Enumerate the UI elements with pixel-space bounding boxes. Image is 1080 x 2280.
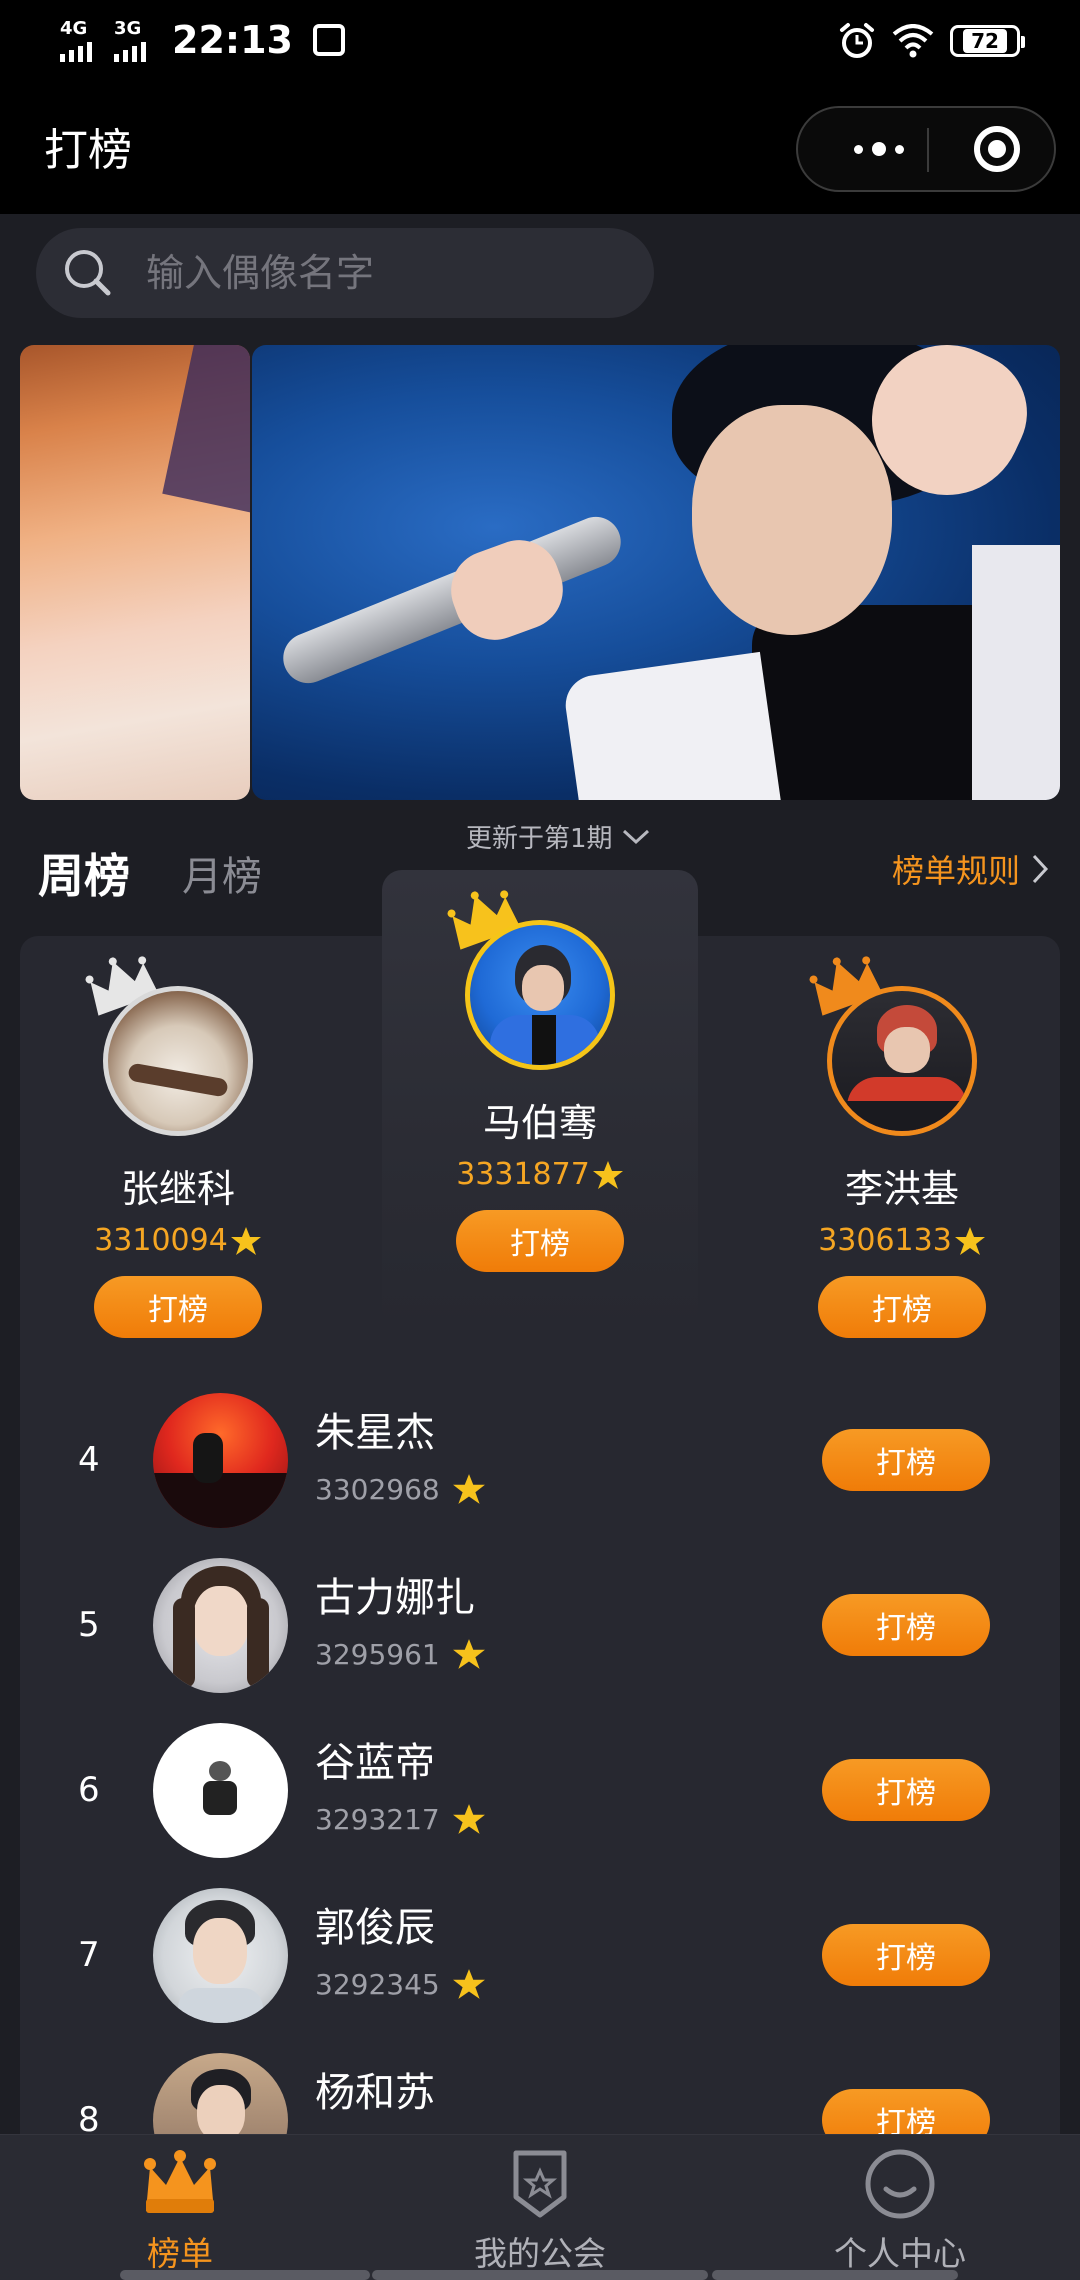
idol-name: 郭俊辰 [315, 1905, 435, 1951]
close-mini-program-button[interactable] [974, 126, 1020, 172]
network-type-label: 4G [60, 18, 88, 39]
search-bar[interactable] [36, 228, 654, 318]
tab-label: 榜单 [147, 2234, 213, 2273]
vote-button[interactable]: 打榜 [818, 1276, 986, 1338]
status-bar: 4G 3G 22:13 72 [0, 0, 1080, 84]
chevron-right-icon [1032, 854, 1049, 884]
score-value: 3331877 [456, 1157, 590, 1192]
rank-number: 6 [78, 1770, 100, 1810]
score-value: 3295961 [315, 1637, 440, 1671]
idol-name: 李洪基 [844, 1167, 959, 1211]
star-icon [452, 1969, 485, 1999]
vote-count: 3295961 [315, 1637, 486, 1671]
clock: 22:13 [172, 18, 293, 62]
profile-smile-icon [865, 2149, 935, 2219]
vote-button[interactable]: 打榜 [822, 1924, 990, 1986]
list-item[interactable]: 4 朱星杰 3302968 打榜 [20, 1380, 1060, 1545]
rank-number: 5 [78, 1605, 100, 1645]
rank-number: 4 [78, 1440, 100, 1480]
battery-level: 72 [963, 29, 1007, 53]
top-rank-3[interactable]: 李洪基 3306133 打榜 [782, 956, 1022, 1338]
wifi-icon [892, 24, 934, 58]
tab-my-guild[interactable]: 我的公会 [420, 2147, 660, 2275]
tab-profile[interactable]: 个人中心 [780, 2147, 1020, 2275]
score-value: 3306133 [818, 1223, 952, 1258]
period-label: 更新于第1期 [466, 824, 613, 854]
tab-label: 我的公会 [474, 2234, 606, 2273]
capsule-divider [927, 128, 929, 172]
list-item[interactable]: 6 谷蓝帝 3293217 打榜 [20, 1710, 1060, 1875]
guild-badge-icon [513, 2150, 567, 2218]
vote-count: 3331877 [456, 1157, 624, 1192]
vote-count: 3292345 [315, 1967, 486, 2001]
vote-count: 3302968 [315, 1472, 486, 1506]
tab-monthly[interactable]: 月榜 [182, 844, 262, 902]
crown-icon [144, 2150, 216, 2213]
signal-4g-icon: 4G [60, 18, 100, 62]
vote-button[interactable]: 打榜 [456, 1210, 624, 1272]
avatar [103, 986, 253, 1136]
nav-bar: 打榜 [0, 84, 1080, 214]
vote-count: 3306133 [818, 1223, 986, 1258]
star-icon [452, 1474, 485, 1504]
mini-program-capsule [796, 106, 1056, 192]
more-menu-button[interactable] [834, 108, 924, 190]
star-icon [592, 1160, 623, 1189]
vote-button[interactable]: 打榜 [822, 1759, 990, 1821]
star-icon [954, 1226, 985, 1255]
idol-name: 杨和苏 [315, 2070, 435, 2116]
vote-button[interactable]: 打榜 [822, 1594, 990, 1656]
home-indicator [372, 2270, 708, 2280]
home-indicator [120, 2270, 370, 2280]
signal-3g-icon: 3G [114, 18, 154, 62]
home-indicator [712, 2270, 958, 2280]
avatar [153, 1888, 288, 2023]
star-icon [452, 1639, 485, 1669]
vote-count: 3293217 [315, 1802, 486, 1836]
search-icon [65, 250, 111, 296]
notification-app-icon [312, 24, 345, 56]
tab-ranking[interactable]: 榜单 [60, 2147, 300, 2275]
ranking-rules-link[interactable]: 榜单规则 [892, 846, 1050, 892]
avatar [827, 986, 977, 1136]
idol-name: 张继科 [120, 1167, 235, 1211]
network-type-label: 3G [114, 18, 142, 39]
idol-name: 朱星杰 [315, 1410, 435, 1456]
top-rank-2[interactable]: 张继科 3310094 打榜 [58, 956, 298, 1338]
star-icon [452, 1804, 485, 1834]
period-selector[interactable]: 更新于第1期 [466, 818, 651, 855]
page-title: 打榜 [44, 125, 132, 176]
search-input[interactable] [146, 251, 606, 295]
rank-number: 7 [78, 1935, 100, 1975]
banner-slide-prev[interactable] [20, 345, 250, 800]
vote-button[interactable]: 打榜 [822, 1429, 990, 1491]
avatar [153, 1558, 288, 1693]
idol-name: 谷蓝帝 [315, 1740, 435, 1786]
chevron-down-icon [622, 829, 649, 844]
score-value: 3293217 [315, 1802, 440, 1836]
bottom-tab-bar: 榜单 我的公会 个人中心 [0, 2134, 1080, 2280]
battery-icon: 72 [950, 25, 1025, 57]
banner-slide-current[interactable] [252, 345, 1060, 800]
idol-name: 马伯骞 [482, 1101, 597, 1145]
tab-weekly[interactable]: 周榜 [38, 840, 130, 906]
avatar [465, 920, 615, 1070]
score-value: 3310094 [94, 1223, 228, 1258]
avatar [153, 1393, 288, 1528]
vote-count: 3310094 [94, 1223, 262, 1258]
alarm-icon [840, 23, 874, 58]
score-value: 3292345 [315, 1967, 440, 2001]
star-icon [230, 1226, 261, 1255]
rules-label: 榜单规则 [891, 852, 1020, 890]
list-item[interactable]: 7 郭俊辰 3292345 打榜 [20, 1875, 1060, 2040]
tab-label: 个人中心 [834, 2234, 966, 2273]
score-value: 3302968 [315, 1472, 440, 1506]
list-item[interactable]: 5 古力娜扎 3295961 打榜 [20, 1545, 1060, 1710]
avatar [153, 1723, 288, 1858]
ranking-list: 4 朱星杰 3302968 打榜 5 古力娜扎 3295961 打榜 6 谷蓝帝… [20, 1380, 1060, 2205]
idol-name: 古力娜扎 [315, 1575, 475, 1621]
vote-button[interactable]: 打榜 [94, 1276, 262, 1338]
top-rank-1[interactable]: 马伯骞 3331877 打榜 [420, 890, 660, 1272]
